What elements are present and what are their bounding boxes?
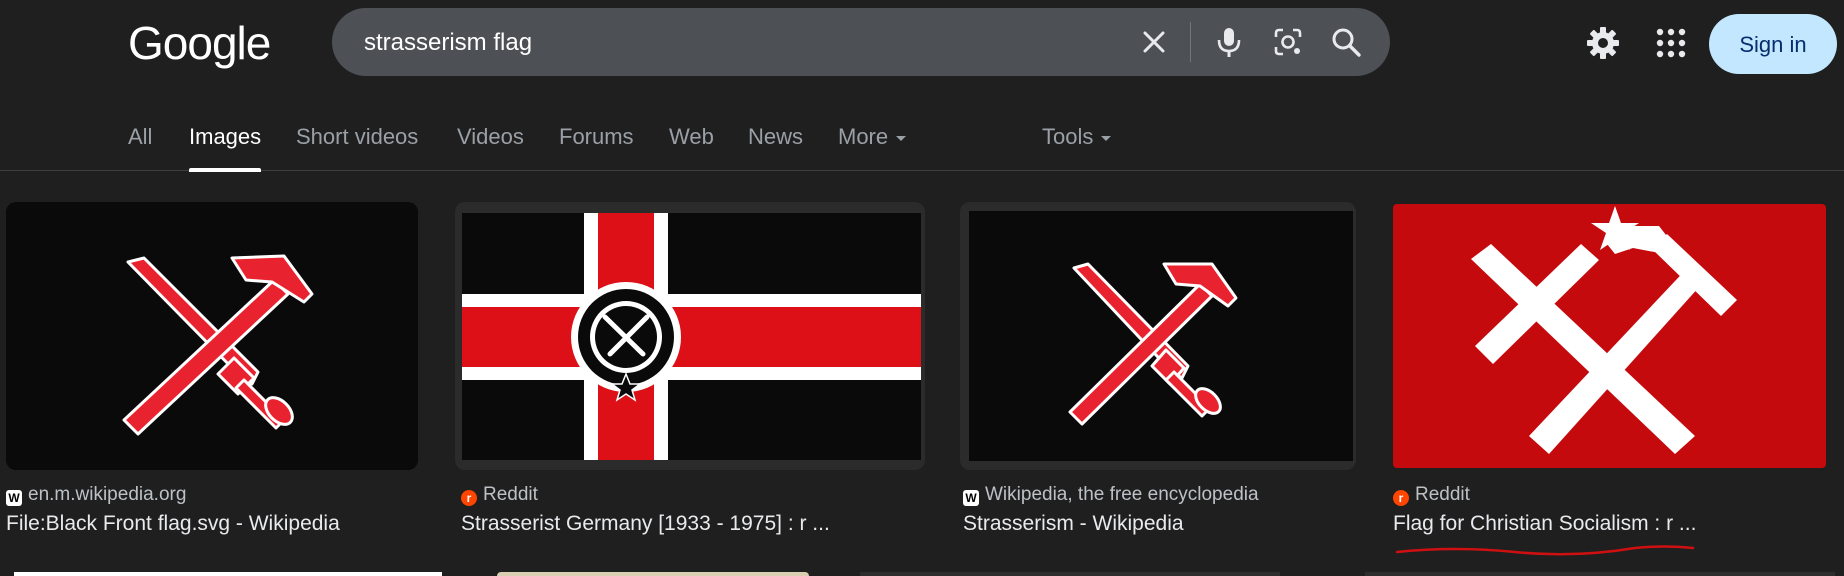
chevron-down-icon <box>1101 135 1112 141</box>
result-title[interactable]: Strasserist Germany [1933 - 1975] : r ..… <box>461 512 830 536</box>
tab-label: Forums <box>559 124 634 149</box>
clear-icon[interactable] <box>1140 28 1168 56</box>
result-source-label: en.m.wikipedia.org <box>28 484 187 505</box>
result-thumbnail[interactable] <box>455 202 925 470</box>
reddit-icon: r <box>461 490 477 506</box>
search-tabs: All Images Short videos Videos Forums We… <box>0 84 1844 172</box>
tab-label: Images <box>189 124 262 149</box>
result-thumbnail[interactable] <box>1393 204 1826 468</box>
tab-label: Short videos <box>296 124 419 149</box>
tab-news[interactable]: News <box>748 124 803 150</box>
apps-icon[interactable] <box>1656 28 1686 58</box>
mic-icon[interactable] <box>1214 26 1244 58</box>
result-source: Wen.m.wikipedia.org <box>6 484 186 506</box>
wikipedia-icon: W <box>963 490 979 506</box>
next-row-thumbnail[interactable] <box>1365 572 1835 576</box>
wikipedia-icon: W <box>6 490 22 506</box>
result-source-label: Reddit <box>483 484 538 505</box>
tab-videos[interactable]: Videos <box>457 124 524 150</box>
result-thumbnail[interactable] <box>960 202 1356 470</box>
christian-socialism-flag-image <box>1471 206 1737 454</box>
result-source: r Reddit <box>1393 484 1470 506</box>
header: Google strasserism flag Sign in <box>0 0 1844 84</box>
tab-label: Videos <box>457 124 524 149</box>
search-input[interactable] <box>362 8 1126 78</box>
lens-icon[interactable] <box>1272 26 1304 58</box>
strasserist-germany-flag-image <box>462 213 921 460</box>
next-row-thumbnail[interactable] <box>860 572 1280 576</box>
result-source: W Wikipedia, the free encyclopedia <box>963 484 1259 506</box>
sign-in-button[interactable]: Sign in <box>1709 14 1837 74</box>
search-icon[interactable] <box>1330 26 1362 58</box>
next-row-thumbnail[interactable] <box>14 572 442 576</box>
tab-label: News <box>748 124 804 149</box>
chevron-down-icon <box>896 135 907 141</box>
tab-web[interactable]: Web <box>669 124 714 150</box>
active-tab-indicator <box>189 168 262 172</box>
result-title[interactable]: File:Black Front flag.svg - Wikipedia <box>6 512 340 536</box>
strasserism-flag-image <box>969 211 1353 461</box>
reddit-icon: r <box>1393 490 1409 506</box>
result-source-label: Wikipedia, the free encyclopedia <box>985 484 1259 505</box>
tab-label: Tools <box>1042 124 1094 149</box>
next-row-thumbnail[interactable] <box>497 572 809 576</box>
tab-all[interactable]: All <box>128 124 152 150</box>
tab-images[interactable]: Images <box>189 124 262 172</box>
result-thumbnail[interactable] <box>6 202 418 470</box>
tab-forums[interactable]: Forums <box>559 124 634 150</box>
tab-tools[interactable]: Tools <box>1042 124 1112 150</box>
red-underline-annotation <box>1395 545 1695 556</box>
gear-icon[interactable] <box>1586 26 1620 60</box>
tab-short-videos[interactable]: Short videos <box>296 124 418 150</box>
tab-more[interactable]: More <box>838 124 907 150</box>
result-title[interactable]: Strasserism - Wikipedia <box>963 512 1184 536</box>
tab-label: Web <box>669 124 714 149</box>
search-divider <box>1190 22 1191 62</box>
tab-label: More <box>838 124 889 149</box>
result-source-label: Reddit <box>1415 484 1470 505</box>
google-logo[interactable]: Google <box>128 16 271 70</box>
black-front-flag-image <box>122 254 314 436</box>
result-title[interactable]: Flag for Christian Socialism : r ... <box>1393 512 1696 536</box>
tab-label: All <box>128 124 153 149</box>
result-source: r Reddit <box>461 484 538 506</box>
search-bar[interactable] <box>332 8 1390 78</box>
